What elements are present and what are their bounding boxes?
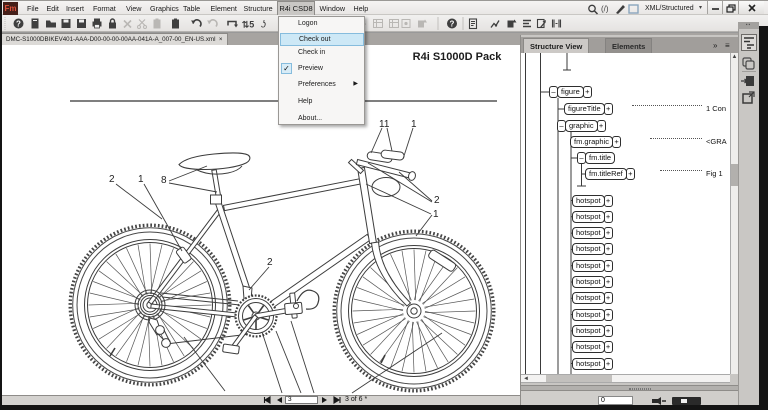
svg-text:2: 2 <box>434 195 440 206</box>
svg-text:?: ? <box>16 20 21 29</box>
svg-text:11: 11 <box>379 119 390 130</box>
svg-text:8: 8 <box>161 175 167 186</box>
svg-text:R4i S1000D Pack: R4i S1000D Pack <box>413 51 503 63</box>
svg-text:?: ? <box>450 20 455 29</box>
svg-text:ʖ: ʖ <box>261 20 266 31</box>
svg-text:⇅5: ⇅5 <box>242 20 255 30</box>
svg-text:2: 2 <box>267 257 273 268</box>
svg-text:(/): (/) <box>601 5 609 14</box>
svg-text:1: 1 <box>411 119 417 130</box>
svg-text:1: 1 <box>138 174 144 185</box>
svg-text:1: 1 <box>433 209 439 220</box>
svg-text:2: 2 <box>109 174 115 185</box>
